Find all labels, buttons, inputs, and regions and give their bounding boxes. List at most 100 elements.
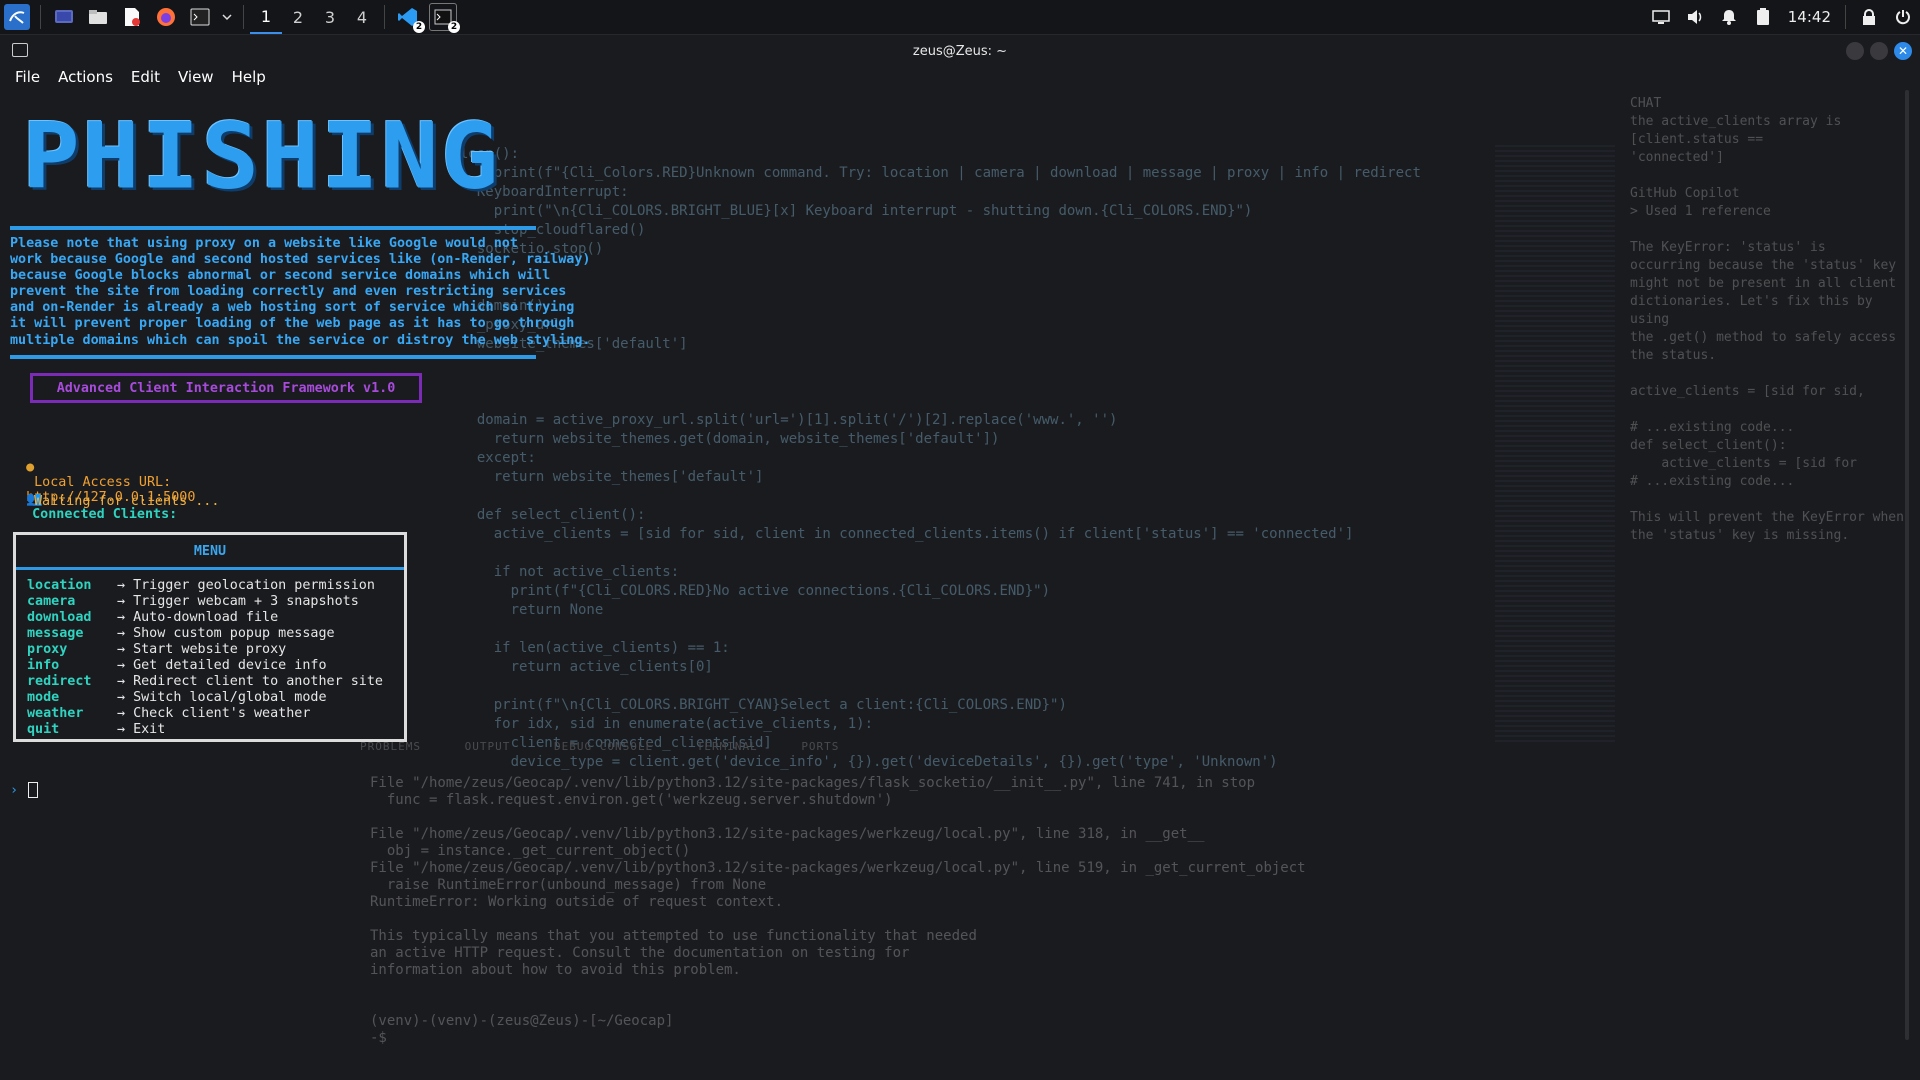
menu-rows: location → Trigger geolocation permission c… xyxy=(16,570,404,738)
menu-help[interactable]: Help xyxy=(223,66,275,88)
menu-description: Auto-download file xyxy=(133,610,279,625)
arrow-icon: → xyxy=(117,674,126,689)
menu-description: Get detailed device info xyxy=(133,658,327,673)
vscode-window-count: 2 xyxy=(413,21,425,33)
workspace-3[interactable]: 3 xyxy=(314,0,346,34)
top-panel: 1 2 3 4 2 2 14:42 xyxy=(0,0,1920,35)
firefox-icon[interactable] xyxy=(153,4,179,30)
workspace-switcher: 1 2 3 4 xyxy=(250,0,378,34)
ascii-banner: PHISHING xyxy=(22,108,500,204)
menu-description: Redirect client to another site xyxy=(133,674,383,689)
framework-title-box: Advanced Client Interaction Framework v1… xyxy=(30,373,422,403)
arrow-icon: → xyxy=(117,610,126,625)
menu-edit[interactable]: Edit xyxy=(122,66,169,88)
banner-text: PHISHING xyxy=(22,102,501,210)
menu-actions[interactable]: Actions xyxy=(49,66,122,88)
divider-bottom xyxy=(10,355,536,359)
text-editor-icon[interactable] xyxy=(119,4,145,30)
arrow-icon: → xyxy=(117,690,126,705)
chevron-down-icon[interactable] xyxy=(221,4,233,30)
menu-title: MENU xyxy=(16,535,404,570)
tab-output: OUTPUT xyxy=(464,740,511,753)
text-cursor xyxy=(28,782,39,798)
arrow-icon: → xyxy=(117,642,126,657)
menu-description: Show custom popup message xyxy=(133,626,335,641)
framework-title: Advanced Client Interaction Framework v1… xyxy=(56,380,396,396)
menu-command: camera xyxy=(27,594,76,609)
copilot-chat: CHAT the active_clients array is [client… xyxy=(1630,96,1904,543)
file-manager-icon[interactable] xyxy=(85,4,111,30)
editor-terminal-output: File "/home/zeus/Geocap/.venv/lib/python… xyxy=(370,775,1306,1046)
terminal-scrollbar[interactable] xyxy=(1905,90,1909,1040)
volume-icon[interactable] xyxy=(1683,5,1707,29)
battery-icon[interactable] xyxy=(1751,5,1775,29)
tab-ports: PORTS xyxy=(801,740,840,753)
tab-debug-console: DEBUG CONSOLE xyxy=(553,740,654,753)
divider-top xyxy=(10,226,536,230)
vscode-icon[interactable]: 2 xyxy=(395,4,425,33)
menu-row-location: location → Trigger geolocation permission xyxy=(27,578,404,594)
arrow-icon: → xyxy=(117,578,126,593)
menu-row-mode: mode → Switch local/global mode xyxy=(27,690,404,706)
menu-command: message xyxy=(27,626,84,641)
menu-description: Trigger geolocation permission xyxy=(133,578,375,593)
clients-status: Waiting for clients ... xyxy=(34,494,220,509)
menu-row-redirect: redirect → Redirect client to another site xyxy=(27,674,404,690)
clock[interactable]: 14:42 xyxy=(1788,5,1831,29)
menu-description: Switch local/global mode xyxy=(133,690,327,705)
lock-icon[interactable] xyxy=(1857,5,1881,29)
menu-row-weather: weather → Check client's weather xyxy=(27,706,404,722)
menu-description: Exit xyxy=(133,722,166,737)
shell-prompt[interactable]: › xyxy=(10,782,39,798)
arrow-icon: → xyxy=(117,706,126,721)
globe-icon: ● xyxy=(26,460,35,475)
menu-command: weather xyxy=(27,706,84,721)
window-terminal-icon xyxy=(12,43,28,57)
window-title: zeus@Zeus: ~ xyxy=(912,43,1008,59)
maximize-button[interactable] xyxy=(1870,42,1888,60)
menu-command: mode xyxy=(27,690,60,705)
prompt-symbol: › xyxy=(10,783,19,798)
screen-icon[interactable] xyxy=(1649,5,1673,29)
command-menu: MENU location → Trigger geolocation permis… xyxy=(13,532,407,742)
editor-minimap xyxy=(1495,145,1615,745)
menu-bar: File Actions Edit View Help xyxy=(6,66,275,88)
editor-panel-tabs: PROBLEMS OUTPUT DEBUG CONSOLE TERMINAL P… xyxy=(360,740,875,753)
menu-command: quit xyxy=(27,722,60,737)
workspace-1[interactable]: 1 xyxy=(250,0,282,34)
window-controls: ✕ xyxy=(1846,42,1912,60)
menu-command: info xyxy=(27,658,60,673)
tab-terminal: TERMINAL xyxy=(696,740,758,753)
menu-file[interactable]: File xyxy=(6,66,49,88)
system-tray: 14:42 xyxy=(1644,0,1920,34)
menu-description: Trigger webcam + 3 snapshots xyxy=(133,594,359,609)
menu-view[interactable]: View xyxy=(169,66,223,88)
menu-row-info: info → Get detailed device info xyxy=(27,658,404,674)
close-button[interactable]: ✕ xyxy=(1894,42,1912,60)
workspace-4[interactable]: 4 xyxy=(346,0,378,34)
terminal-window-count: 2 xyxy=(448,21,460,33)
menu-command: proxy xyxy=(27,642,68,657)
clients-label: Connected Clients: xyxy=(32,507,178,522)
menu-row-camera: camera → Trigger webcam + 3 snapshots xyxy=(27,594,404,610)
menu-description: Check client's weather xyxy=(133,706,311,721)
menu-row-quit: quit → Exit xyxy=(27,722,404,738)
power-icon[interactable] xyxy=(1891,5,1915,29)
arrow-icon: → xyxy=(117,722,126,737)
arrow-icon: → xyxy=(117,658,126,673)
bell-icon[interactable] xyxy=(1717,5,1741,29)
terminal-icon[interactable] xyxy=(187,4,213,30)
kali-menu-icon[interactable] xyxy=(4,4,30,30)
window-titlebar[interactable]: zeus@Zeus: ~ ✕ xyxy=(0,35,1920,67)
arrow-icon: → xyxy=(117,626,126,641)
proxy-notice: Please note that using proxy on a websit… xyxy=(10,236,591,348)
menu-row-proxy: proxy → Start website proxy xyxy=(27,642,404,658)
menu-command: download xyxy=(27,610,92,625)
menu-command: redirect xyxy=(27,674,92,689)
menu-command: location xyxy=(27,578,92,593)
desktop-icon[interactable] xyxy=(51,4,77,30)
minimize-button[interactable] xyxy=(1846,42,1864,60)
menu-row-download: download → Auto-download file xyxy=(27,610,404,626)
workspace-2[interactable]: 2 xyxy=(282,0,314,34)
terminal-window-icon[interactable]: 2 xyxy=(429,3,460,33)
